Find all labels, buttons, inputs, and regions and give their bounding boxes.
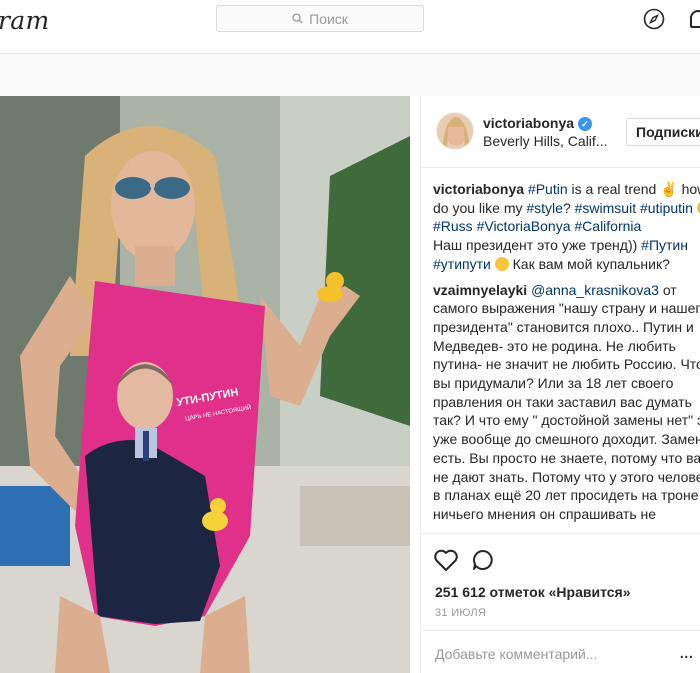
- caption-username[interactable]: victoriabonya: [433, 181, 524, 197]
- comment-text: от самого выражения "нашу страну и нашег…: [433, 281, 700, 522]
- hashtag-link[interactable]: #Путин: [641, 237, 688, 253]
- victory-hand-emoji: ✌: [660, 181, 678, 197]
- post-photo: УТИ-ПУТИН ЦАРЬ НЕ НАСТОЯЩИЙ: [0, 96, 410, 673]
- post-date[interactable]: 31 ИЮЛЯ: [435, 607, 486, 619]
- hashtag-link[interactable]: #California: [574, 218, 641, 234]
- mention-link[interactable]: @anna_krasnikova3: [531, 282, 659, 298]
- instagram-logo[interactable]: ram: [0, 6, 49, 35]
- compass-icon[interactable]: [643, 8, 665, 30]
- caption-text: Наш президент это уже тренд)): [433, 237, 638, 254]
- avatar[interactable]: [436, 112, 474, 150]
- search-placeholder: Поиск: [309, 10, 348, 27]
- likes-count[interactable]: 251 612 отметок «Нравится»: [435, 584, 631, 600]
- comment-icon[interactable]: [471, 548, 495, 572]
- hashtag-link[interactable]: #Russ: [433, 218, 473, 234]
- hashtag-link[interactable]: #style: [526, 200, 563, 216]
- search-input[interactable]: Поиск: [216, 5, 424, 32]
- post-side-panel: victoriabonya ✓ Beverly Hills, Calif... П…: [420, 96, 700, 673]
- caption-text: Как вам мой купальник?: [512, 255, 670, 272]
- author-username[interactable]: victoriabonya ✓: [483, 115, 593, 131]
- post-location[interactable]: Beverly Hills, Calif...: [483, 133, 607, 149]
- hashtag-link[interactable]: #utiputin: [640, 200, 693, 216]
- caption: victoriabonya #Putin is a real trend ✌ h…: [433, 180, 700, 274]
- hashtag-link[interactable]: #VictoriaBonya: [477, 218, 571, 234]
- hashtag-link[interactable]: #утипути: [433, 256, 491, 272]
- heart-icon[interactable]: [433, 548, 459, 572]
- comments-list: victoriabonya #Putin is a real trend ✌ h…: [433, 180, 700, 531]
- add-comment-placeholder: Добавьте комментарий...: [435, 646, 598, 662]
- caption-text: is a real trend: [571, 181, 657, 197]
- comment: vzaimnyelayki @anna_krasnikova3 от самог…: [433, 281, 700, 524]
- post-actions: 251 612 отметок «Нравится» 31 ИЮЛЯ Добав…: [421, 533, 700, 673]
- profile-icon[interactable]: [690, 10, 700, 28]
- top-navigation-bar: ram Поиск: [0, 0, 700, 54]
- add-comment-field[interactable]: Добавьте комментарий... ...: [421, 630, 700, 673]
- verified-icon: ✓: [578, 117, 593, 131]
- comment-username[interactable]: vzaimnyelayki: [433, 282, 527, 298]
- follow-button[interactable]: Подписки: [626, 118, 700, 146]
- hashtag-link[interactable]: #swimsuit: [575, 200, 636, 216]
- more-icon[interactable]: ...: [679, 641, 694, 664]
- search-icon: [292, 13, 303, 24]
- smile-emoji: [494, 256, 509, 271]
- post-header: victoriabonya ✓ Beverly Hills, Calif... П…: [421, 96, 700, 168]
- hashtag-link[interactable]: #Putin: [528, 181, 568, 197]
- post-card: УТИ-ПУТИН ЦАРЬ НЕ НАСТОЯЩИЙ victoriabony…: [0, 96, 700, 673]
